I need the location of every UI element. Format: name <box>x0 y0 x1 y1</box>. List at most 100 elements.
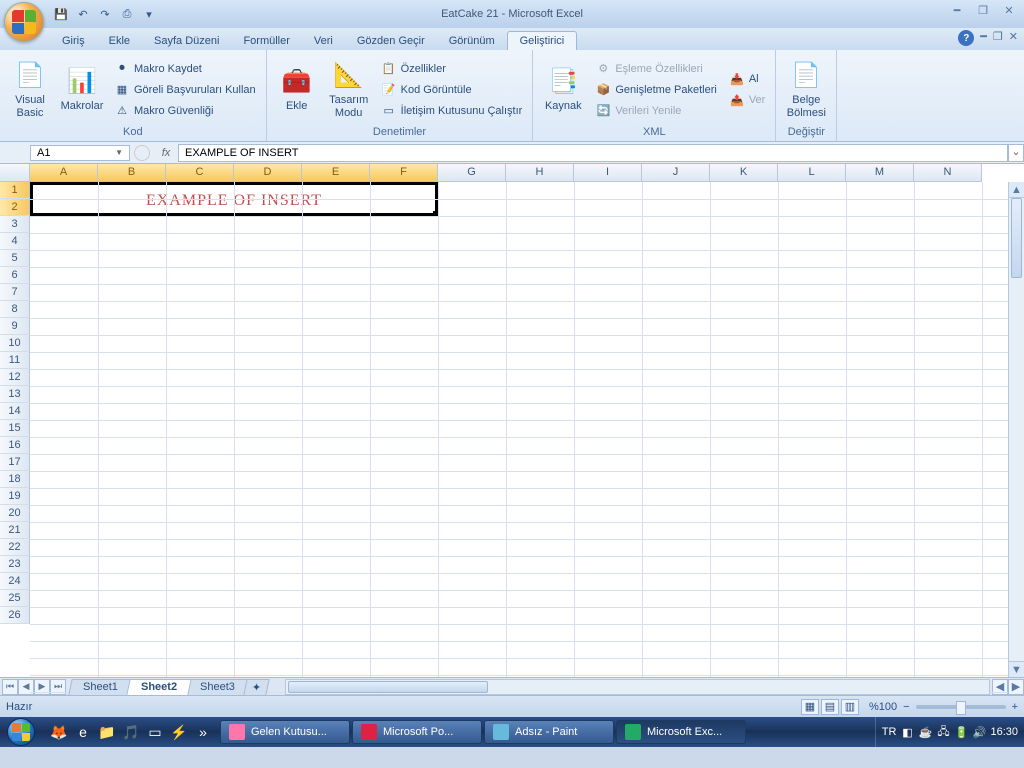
row-header[interactable]: 7 <box>0 284 30 301</box>
row-header[interactable]: 10 <box>0 335 30 352</box>
save-icon[interactable]: 💾 <box>52 5 70 23</box>
row-header[interactable]: 5 <box>0 250 30 267</box>
scroll-down-button[interactable]: ▼ <box>1009 661 1024 677</box>
minimize-button[interactable]: ━ <box>948 2 966 18</box>
tab-veri[interactable]: Veri <box>302 32 345 50</box>
macro-security-button[interactable]: ⚠Makro Güvenliği <box>110 102 260 120</box>
xml-source-button[interactable]: 📑 Kaynak <box>539 53 587 126</box>
battery-icon[interactable]: 🔋 <box>954 725 968 739</box>
row-header[interactable]: 6 <box>0 267 30 284</box>
network-icon[interactable]: 🖧 <box>936 725 950 739</box>
tab-giriş[interactable]: Giriş <box>50 32 97 50</box>
row-header[interactable]: 22 <box>0 539 30 556</box>
page-break-view-button[interactable]: ▥ <box>841 699 859 715</box>
column-header[interactable]: N <box>914 164 982 182</box>
redo-icon[interactable]: ↷ <box>96 5 114 23</box>
column-header[interactable]: F <box>370 164 438 182</box>
column-header[interactable]: L <box>778 164 846 182</box>
row-header[interactable]: 9 <box>0 318 30 335</box>
row-header[interactable]: 19 <box>0 488 30 505</box>
row-header[interactable]: 11 <box>0 352 30 369</box>
row-header[interactable]: 15 <box>0 420 30 437</box>
quickprint-icon[interactable]: ⎙ <box>118 5 136 23</box>
row-header[interactable]: 17 <box>0 454 30 471</box>
scroll-thumb[interactable] <box>1011 198 1022 278</box>
normal-view-button[interactable]: ▦ <box>801 699 819 715</box>
qat-customize-icon[interactable]: ▾ <box>140 5 158 23</box>
row-header[interactable]: 4 <box>0 233 30 250</box>
chevron-down-icon[interactable]: ▼ <box>115 148 123 157</box>
horizontal-scrollbar[interactable] <box>285 679 990 695</box>
media-icon[interactable]: 🎵 <box>120 721 142 743</box>
row-header[interactable]: 21 <box>0 522 30 539</box>
tab-geliştirici[interactable]: Geliştirici <box>507 31 578 50</box>
select-all-corner[interactable] <box>0 164 30 182</box>
row-header[interactable]: 12 <box>0 369 30 386</box>
run-dialog-button[interactable]: ▭İletişim Kutusunu Çalıştır <box>377 102 527 120</box>
row-header[interactable]: 1 <box>0 182 30 199</box>
close-button[interactable]: ✕ <box>1000 2 1018 18</box>
minimize-ribbon-button[interactable]: ━ <box>980 30 987 46</box>
worksheet-grid[interactable]: ABCDEFGHIJKLMN 1234567891011121314151617… <box>0 164 1024 677</box>
undo-icon[interactable]: ↶ <box>74 5 92 23</box>
row-header[interactable]: 16 <box>0 437 30 454</box>
winamp-icon[interactable]: ⚡ <box>168 721 190 743</box>
explorer-icon[interactable]: 📁 <box>96 721 118 743</box>
firefox-icon[interactable]: 🦊 <box>48 721 70 743</box>
maximize-button[interactable]: ❐ <box>974 2 992 18</box>
page-layout-view-button[interactable]: ▤ <box>821 699 839 715</box>
vertical-scrollbar[interactable]: ▲ ▼ <box>1008 182 1024 677</box>
record-macro-button[interactable]: ⏺Makro Kaydet <box>110 60 260 78</box>
column-header[interactable]: H <box>506 164 574 182</box>
relative-refs-button[interactable]: ▦Göreli Başvuruları Kullan <box>110 81 260 99</box>
taskbar-button[interactable]: Gelen Kutusu... <box>220 720 350 744</box>
column-header[interactable]: C <box>166 164 234 182</box>
taskbar-button[interactable]: Microsoft Exc... <box>616 720 746 744</box>
zoom-level[interactable]: %100 <box>869 701 897 713</box>
column-header[interactable]: I <box>574 164 642 182</box>
cells-area[interactable]: EXAMPLE OF INSERT <box>30 182 1008 677</box>
sheet-tab[interactable]: Sheet2 <box>126 679 191 695</box>
document-panel-button[interactable]: 📄 Belge Bölmesi <box>782 53 830 126</box>
show-desktop-icon[interactable]: ▭ <box>144 721 166 743</box>
row-header[interactable]: 24 <box>0 573 30 590</box>
name-box[interactable]: A1▼ <box>30 145 130 161</box>
tab-görünüm[interactable]: Görünüm <box>437 32 507 50</box>
formula-input[interactable]: EXAMPLE OF INSERT <box>178 144 1008 162</box>
column-header[interactable]: G <box>438 164 506 182</box>
column-header[interactable]: J <box>642 164 710 182</box>
tray-icon[interactable]: ◧ <box>900 725 914 739</box>
design-mode-button[interactable]: 📐 Tasarım Modu <box>325 53 373 126</box>
ql-more-icon[interactable]: » <box>192 721 214 743</box>
close-workbook-button[interactable]: ✕ <box>1009 30 1018 46</box>
column-header[interactable]: A <box>30 164 98 182</box>
taskbar-button[interactable]: Microsoft Po... <box>352 720 482 744</box>
expansion-packs-button[interactable]: 📦Genişletme Paketleri <box>591 81 721 99</box>
row-header[interactable]: 3 <box>0 216 30 233</box>
zoom-in-button[interactable]: + <box>1012 701 1018 713</box>
java-icon[interactable]: ☕ <box>918 725 932 739</box>
row-header[interactable]: 2 <box>0 199 30 216</box>
column-header[interactable]: B <box>98 164 166 182</box>
row-header[interactable]: 23 <box>0 556 30 573</box>
sheet-tab[interactable]: Sheet1 <box>68 679 132 695</box>
properties-button[interactable]: 📋Özellikler <box>377 60 527 78</box>
tab-ekle[interactable]: Ekle <box>97 32 142 50</box>
row-header[interactable]: 26 <box>0 607 30 624</box>
view-code-button[interactable]: 📝Kod Görüntüle <box>377 81 527 99</box>
first-sheet-button[interactable]: ⏮ <box>2 679 18 695</box>
insert-control-button[interactable]: 🧰 Ekle <box>273 53 321 126</box>
sheet-tab[interactable]: Sheet3 <box>185 679 249 695</box>
row-header[interactable]: 13 <box>0 386 30 403</box>
clock[interactable]: 16:30 <box>990 726 1018 738</box>
column-header[interactable]: D <box>234 164 302 182</box>
row-header[interactable]: 8 <box>0 301 30 318</box>
tab-formüller[interactable]: Formüller <box>231 32 301 50</box>
language-indicator[interactable]: TR <box>882 726 897 738</box>
zoom-out-button[interactable]: − <box>903 701 909 713</box>
tab-sayfa-düzeni[interactable]: Sayfa Düzeni <box>142 32 231 50</box>
row-header[interactable]: 18 <box>0 471 30 488</box>
restore-window-button[interactable]: ❐ <box>993 30 1003 46</box>
macros-button[interactable]: 📊 Makrolar <box>58 53 106 126</box>
volume-icon[interactable]: 🔊 <box>972 725 986 739</box>
